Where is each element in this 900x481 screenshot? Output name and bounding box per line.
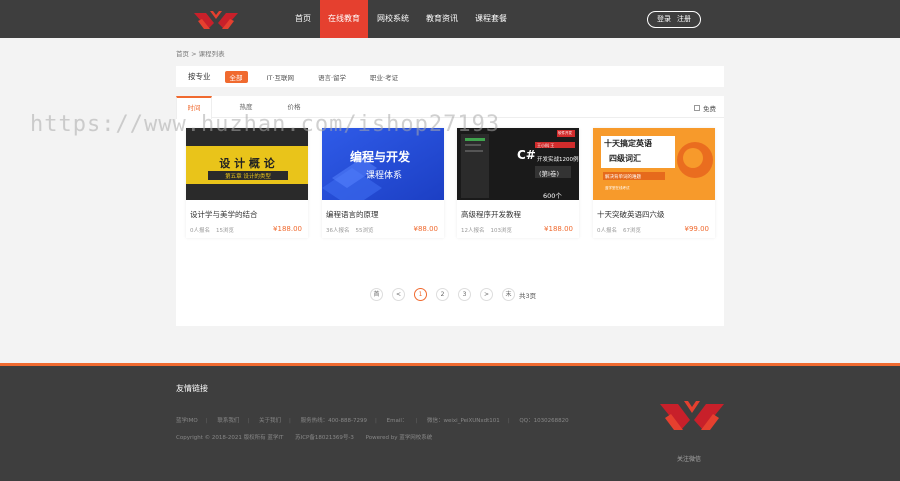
course-thumbnail[interactable]: 编程与开发 课程体系	[322, 128, 444, 200]
course-card[interactable]: 编程与开发 课程体系 编程语言的原理 36人报名 55浏览 ¥88.00	[322, 128, 444, 238]
free-filter-checkbox[interactable]: 免费	[694, 103, 716, 113]
thumb-volume: (第Ⅰ卷)	[539, 170, 559, 178]
brand-logo[interactable]	[192, 9, 240, 31]
page-first-button[interactable]: 首	[370, 288, 383, 301]
thumb-publisher: 蓝学堂在线考试	[605, 186, 630, 190]
page-1-button[interactable]: 1	[414, 288, 427, 301]
thumb-subtitle: 第五章 设计的类型	[225, 174, 271, 180]
thumb-caption: 解决背单词的难题	[605, 175, 641, 180]
course-meta: 0人报名 67浏览	[597, 226, 641, 234]
footer-wechat: 微信：weixi_PeiXUNxdt101	[427, 418, 500, 424]
course-title[interactable]: 设计学与美学的结合	[190, 209, 258, 220]
course-thumbnail[interactable]: 软件开发 C# 王小科 王 开发实战1200例 (第Ⅰ卷) 600个	[457, 128, 579, 200]
thumb-subtitle: 开发实战1200例	[537, 157, 579, 163]
sort-tabs: 时间 热度 价格 免费	[176, 96, 724, 119]
page-prev-button[interactable]: <	[392, 288, 405, 301]
filter-label: 按专业	[188, 72, 211, 81]
nav-home[interactable]: 首页	[287, 0, 319, 38]
course-price: ¥188.00	[544, 225, 573, 233]
page-next-button[interactable]: >	[480, 288, 493, 301]
course-card[interactable]: 软件开发 C# 王小科 王 开发实战1200例 (第Ⅰ卷) 600个 高级程序开…	[457, 128, 579, 238]
friend-links-heading: 友情链接	[176, 384, 208, 393]
register-link[interactable]: 注册	[677, 15, 691, 23]
top-header: 首页 在线教育 网校系统 教育资讯 课程套餐 登录 注册	[0, 0, 900, 38]
category-filter-bar: 按专业 全部 IT·互联网 语言·留学 职业·考证	[176, 66, 724, 87]
course-meta: 0人报名 15浏览	[190, 226, 234, 234]
course-meta: 12人报名 103浏览	[461, 226, 512, 234]
page-total: 共3页	[519, 291, 537, 300]
pagination: 首 < 1 2 3 > 末 共3页	[370, 288, 536, 301]
copyright-text: Copyright © 2018-2021 版权所有 蓝学IT	[176, 435, 284, 441]
course-title[interactable]: 十天突破英语四六级	[597, 209, 665, 220]
thumb-subtitle: 四级词汇	[609, 154, 641, 163]
footer-brand-logo	[660, 401, 724, 430]
course-price: ¥188.00	[273, 225, 302, 233]
thumb-tag: 软件开发	[558, 131, 572, 135]
nav-course-packages[interactable]: 课程套餐	[467, 0, 515, 38]
nav-education-news[interactable]: 教育资讯	[418, 0, 466, 38]
view-count: 15浏览	[216, 228, 234, 234]
enroll-count: 36人报名	[326, 228, 350, 234]
thumb-count: 600个	[543, 192, 562, 200]
view-count: 67浏览	[623, 228, 641, 234]
filter-option-it[interactable]: IT·互联网	[262, 71, 299, 83]
course-card[interactable]: 十天搞定英语 四级词汇 解决背单词的难题 蓝学堂在线考试 十天突破英语四六级 0…	[593, 128, 715, 238]
thumb-title: 编程与开发	[350, 150, 411, 164]
view-count: 55浏览	[355, 228, 374, 234]
thumb-title: 设 计 概 论	[219, 157, 275, 170]
footer-qq: QQ：1030268820	[519, 418, 569, 424]
free-label: 免费	[703, 105, 716, 113]
course-thumbnail[interactable]: 设 计 概 论 第五章 设计的类型	[186, 128, 308, 200]
filter-option-career[interactable]: 职业·考证	[365, 71, 403, 83]
enroll-count: 12人报名	[461, 228, 485, 234]
thumb-subtitle: 课程体系	[366, 171, 403, 181]
login-register-button[interactable]: 登录 注册	[647, 11, 701, 28]
view-count: 103浏览	[490, 228, 513, 234]
course-card[interactable]: 设 计 概 论 第五章 设计的类型 设计学与美学的结合 0人报名 15浏览 ¥18…	[186, 128, 308, 238]
tab-sort-price[interactable]: 价格	[276, 96, 312, 118]
course-meta: 36人报名 55浏览	[326, 226, 374, 234]
thumb-title: 十天搞定英语	[604, 139, 652, 148]
powered-by: Powered by 蓝学网校系统	[365, 435, 433, 441]
follow-wechat-label[interactable]: 关注微信	[677, 454, 701, 463]
page-last-button[interactable]: 末	[502, 288, 515, 301]
course-cards: 设 计 概 论 第五章 设计的类型 设计学与美学的结合 0人报名 15浏览 ¥18…	[186, 128, 716, 238]
footer-hotline: 服务热线：400-888-7299	[300, 418, 368, 424]
page-3-button[interactable]: 3	[458, 288, 471, 301]
course-title[interactable]: 编程语言的原理	[326, 209, 379, 220]
footer-links: 蓝学IMO | 联系我们 | 关于我们 | 服务热线：400-888-7299 | Em…	[176, 418, 569, 424]
thumb-title: C#	[517, 148, 536, 162]
nav-online-education[interactable]: 在线教育	[320, 0, 368, 38]
footer-link-about-brand[interactable]: 蓝学IMO	[176, 418, 198, 424]
course-title[interactable]: 高级程序开发教程	[461, 209, 521, 220]
filter-option-language[interactable]: 语言·留学	[313, 71, 351, 83]
login-link[interactable]: 登录	[657, 15, 671, 23]
enroll-count: 0人报名	[190, 228, 210, 234]
breadcrumb: 首页 > 课程列表	[176, 50, 225, 58]
tab-sort-popularity[interactable]: 热度	[228, 96, 264, 118]
footer-email: Email：	[386, 418, 408, 424]
thumb-authors: 王小科 王	[537, 143, 555, 148]
tab-sort-time[interactable]: 时间	[176, 96, 212, 119]
icp-number[interactable]: 苏ICP备18021369号-3	[295, 435, 354, 441]
course-list-panel: 时间 热度 价格 免费 设 计 概 论 第五章 设计的类型 设计学与美学的结合 …	[176, 96, 724, 326]
footer: 友情链接 蓝学IMO | 联系我们 | 关于我们 | 服务热线：400-888-729…	[0, 366, 900, 481]
footer-link-contact[interactable]: 联系我们	[217, 418, 239, 424]
footer-link-about[interactable]: 关于我们	[259, 418, 281, 424]
checkbox-icon[interactable]	[694, 105, 700, 111]
page-2-button[interactable]: 2	[436, 288, 449, 301]
copyright: Copyright © 2018-2021 版权所有 蓝学IT 苏ICP备180…	[176, 433, 442, 441]
main-nav: 首页 在线教育 网校系统 教育资讯 课程套餐	[287, 0, 516, 38]
nav-school-system[interactable]: 网校系统	[369, 0, 417, 38]
course-price: ¥99.00	[684, 225, 710, 233]
course-thumbnail[interactable]: 十天搞定英语 四级词汇 解决背单词的难题 蓝学堂在线考试	[593, 128, 715, 200]
enroll-count: 0人报名	[597, 228, 617, 234]
course-price: ¥88.00	[413, 225, 439, 233]
filter-option-all[interactable]: 全部	[224, 70, 248, 83]
